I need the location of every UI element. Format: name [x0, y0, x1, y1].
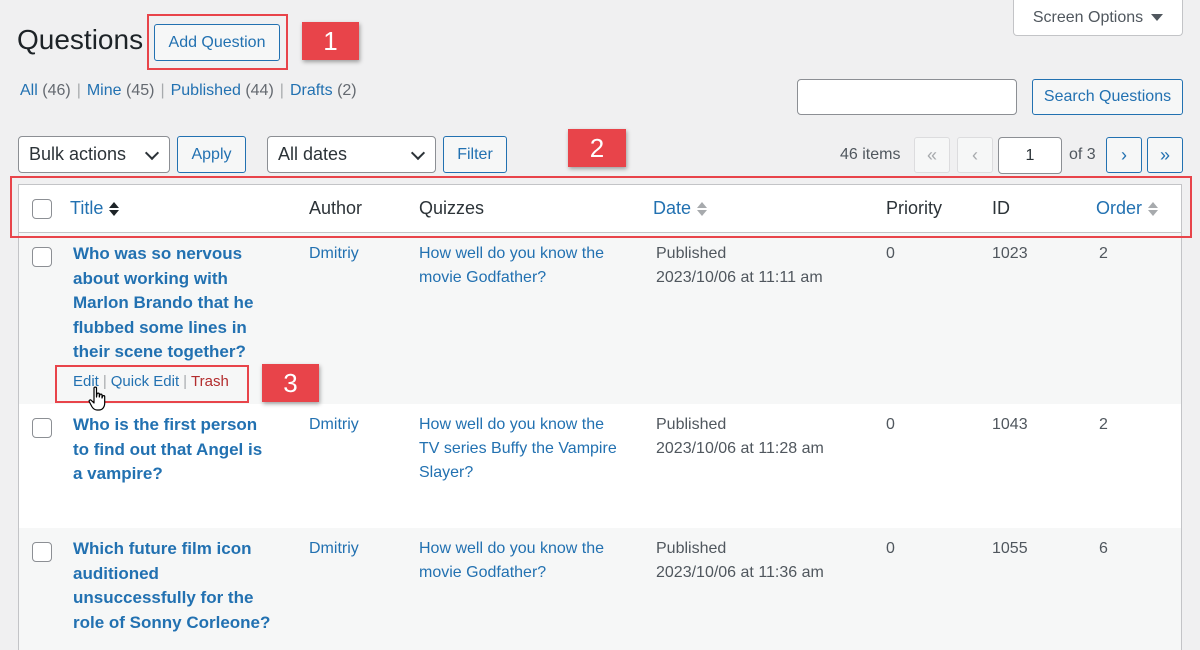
chevron-down-icon	[144, 145, 160, 161]
filter-separator: |	[76, 82, 81, 99]
filter-separator: |	[279, 82, 284, 99]
first-page-button[interactable]: «	[914, 137, 950, 173]
screen-options-label: Screen Options	[1032, 8, 1144, 26]
question-title-link[interactable]: Who was so nervous about working with Ma…	[73, 242, 273, 365]
chevron-down-icon	[410, 145, 426, 161]
order-value: 2	[1099, 245, 1108, 262]
row-checkbox[interactable]	[32, 418, 52, 438]
filter-drafts[interactable]: Drafts (2)	[290, 82, 357, 100]
date-text: 2023/10/06 at 11:11 am	[656, 269, 823, 286]
table-row: Who is the first person to find out that…	[19, 404, 1181, 528]
caret-down-icon	[1151, 14, 1164, 21]
id-value: 1055	[992, 540, 1028, 557]
priority-value: 0	[886, 245, 895, 262]
callout-box-1	[147, 14, 288, 70]
status-text: Published	[656, 416, 727, 433]
order-value: 2	[1099, 416, 1108, 433]
search-input[interactable]	[797, 79, 1017, 115]
author-link[interactable]: Dmitriy	[309, 537, 359, 561]
row-checkbox[interactable]	[32, 542, 52, 562]
apply-button[interactable]: Apply	[177, 136, 246, 173]
questions-table: Title Author Quizzes Date Priority ID Or…	[18, 184, 1182, 650]
question-title-link[interactable]: Which future film icon auditioned unsucc…	[73, 537, 273, 635]
callout-box-2	[10, 176, 1192, 238]
quiz-link[interactable]: How well do you know the movie Godfather…	[419, 242, 624, 290]
quiz-link[interactable]: How well do you know the movie Godfather…	[419, 537, 624, 585]
filter-separator: |	[160, 82, 165, 99]
id-value: 1043	[992, 416, 1028, 433]
priority-value: 0	[886, 540, 895, 557]
bulk-actions-label: Bulk actions	[29, 144, 127, 164]
status-text: Published	[656, 540, 727, 557]
id-value: 1023	[992, 245, 1028, 262]
total-pages: of 3	[1069, 146, 1096, 163]
callout-box-3	[55, 365, 249, 403]
last-page-button[interactable]: »	[1147, 137, 1183, 173]
table-row: Which future film icon auditioned unsucc…	[19, 528, 1181, 650]
status-filter-links: All (46) | Mine (45) | Published (44) | …	[20, 82, 357, 100]
callout-number-3: 3	[262, 364, 319, 402]
dates-label: All dates	[278, 144, 348, 164]
filter-published[interactable]: Published (44)	[171, 82, 274, 100]
next-page-button[interactable]: ›	[1106, 137, 1142, 173]
author-link[interactable]: Dmitriy	[309, 413, 359, 437]
callout-number-1: 1	[302, 22, 359, 60]
prev-page-button[interactable]: ‹	[957, 137, 993, 173]
current-page-input[interactable]: 1	[998, 137, 1062, 174]
search-questions-button[interactable]: Search Questions	[1032, 79, 1183, 115]
row-checkbox[interactable]	[32, 247, 52, 267]
status-text: Published	[656, 245, 727, 262]
screen-options-button[interactable]: Screen Options	[1013, 0, 1183, 36]
callout-number-2: 2	[568, 129, 626, 167]
question-title-link[interactable]: Who is the first person to find out that…	[73, 413, 273, 487]
order-value: 6	[1099, 540, 1108, 557]
bulk-actions-select[interactable]: Bulk actions	[18, 136, 170, 173]
author-link[interactable]: Dmitriy	[309, 242, 359, 266]
items-count: 46 items	[840, 146, 901, 163]
filter-button[interactable]: Filter	[443, 136, 507, 173]
date-text: 2023/10/06 at 11:28 am	[656, 440, 824, 457]
quiz-link[interactable]: How well do you know the TV series Buffy…	[419, 413, 624, 485]
date-text: 2023/10/06 at 11:36 am	[656, 564, 824, 581]
hand-pointer-icon	[88, 386, 106, 411]
page-title: Questions	[17, 24, 144, 55]
priority-value: 0	[886, 416, 895, 433]
filter-mine[interactable]: Mine (45)	[87, 82, 155, 100]
filter-all[interactable]: All (46)	[20, 82, 71, 100]
dates-select[interactable]: All dates	[267, 136, 436, 173]
